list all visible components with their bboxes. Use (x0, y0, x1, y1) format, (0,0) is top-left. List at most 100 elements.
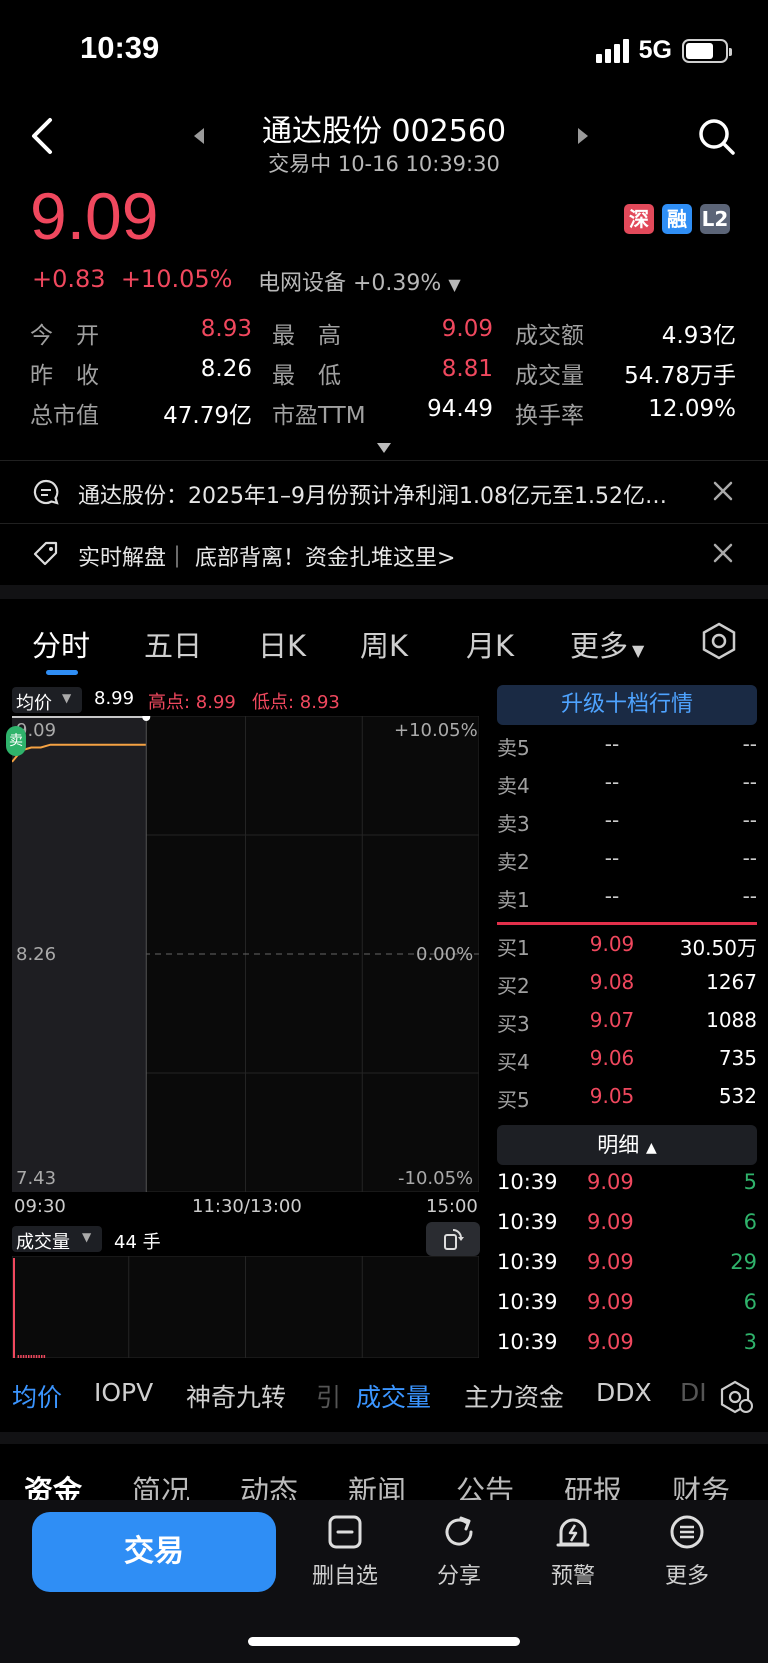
bid-row[interactable]: 买3 9.07 1088 (497, 1008, 757, 1046)
tick-time: 10:39 (497, 1290, 558, 1314)
news-text: 通达股份：2025年1–9月份预计净利润1.08亿元至1.52亿… (78, 484, 667, 509)
bid-row[interactable]: 买4 9.06 735 (497, 1046, 757, 1084)
remove-watchlist-label: 删自选 (311, 1564, 378, 1589)
tick-volume: 29 (730, 1250, 757, 1274)
search-icon[interactable] (696, 116, 736, 156)
bid-level: 买4 (497, 1050, 530, 1074)
spread-divider (497, 922, 757, 925)
tab-1[interactable]: 五日 (144, 623, 202, 665)
more-button[interactable]: 更多 (642, 1512, 732, 1590)
network-label: 5G (638, 36, 672, 64)
chart-tabs: 分时 五日 日K 周K 月K 更多 ▼ (0, 615, 768, 671)
x-label-mid: 11:30/13:00 (192, 1196, 302, 1217)
tick-volume: 6 (743, 1210, 757, 1234)
home-indicator[interactable] (248, 1637, 520, 1646)
ask-price: -- (604, 732, 620, 756)
indicator-7[interactable]: DI (680, 1378, 707, 1407)
chevron-down-icon: ▼ (62, 691, 72, 705)
bid-row[interactable]: 买2 9.08 1267 (497, 970, 757, 1008)
section-tab-0[interactable]: 资金 (24, 1468, 82, 1500)
trading-status: 交易中 10-16 10:39:30 (268, 152, 500, 176)
tick-price: 9.09 (587, 1290, 634, 1314)
ask-price: -- (604, 846, 620, 870)
alert-button[interactable]: 预警 (528, 1512, 618, 1590)
news-banner[interactable]: 通达股份：2025年1–9月份预计净利润1.08亿元至1.52亿… (0, 462, 768, 522)
indicator-6[interactable]: DDX (596, 1378, 652, 1407)
section-tab-3[interactable]: 新闻 (348, 1468, 406, 1500)
indicator-4[interactable]: 成交量 (356, 1378, 431, 1414)
expand-quotes-icon[interactable] (377, 443, 391, 453)
pct-mid-label: 0.00% (416, 944, 474, 965)
section-tab-5[interactable]: 研报 (564, 1468, 622, 1500)
volume-value: 44 手 (114, 1232, 161, 1253)
tab-2[interactable]: 日K (258, 623, 306, 665)
sector-link[interactable]: 电网设备 +0.39% ▼ (258, 265, 461, 297)
ask-volume: -- (742, 846, 757, 870)
ask-row[interactable]: 卖2 -- -- (497, 846, 757, 884)
chart-settings-icon[interactable] (700, 622, 738, 660)
avg-selector[interactable]: 均价 ▼ (12, 687, 82, 714)
menu-icon (670, 1515, 704, 1549)
close-icon[interactable] (712, 542, 734, 564)
status-time: 10:39 (80, 30, 160, 65)
volume-chart[interactable] (12, 1256, 479, 1358)
bid-row[interactable]: 买5 9.05 532 (497, 1084, 757, 1122)
volume-bar (38, 1355, 40, 1358)
ask-row[interactable]: 卖1 -- -- (497, 884, 757, 922)
rotate-chart-button[interactable] (426, 1222, 480, 1256)
remove-watchlist-button[interactable]: 删自选 (300, 1512, 390, 1590)
tab-4[interactable]: 月K (466, 623, 514, 665)
quote-key: 昨 收 (30, 363, 99, 389)
quote-key: 最 高 (272, 323, 341, 349)
share-icon (445, 1516, 473, 1546)
tab-3[interactable]: 周K (360, 623, 408, 665)
ask-volume: -- (742, 884, 757, 908)
indicator-5[interactable]: 主力资金 (464, 1378, 564, 1414)
ask-row[interactable]: 卖4 -- -- (497, 770, 757, 808)
tab-0[interactable]: 分时 (32, 623, 90, 665)
close-icon[interactable] (712, 480, 734, 502)
quote-row: 今 开 8.93 最 高 9.09 成交额 4.93亿 (0, 316, 768, 356)
tab-5[interactable]: 更多 ▼ (570, 623, 644, 665)
quote-key: 市盈TTM (272, 403, 366, 429)
indicator-1[interactable]: IOPV (94, 1378, 153, 1407)
pct-top-label: +10.05% (394, 720, 478, 741)
intraday-chart[interactable] (12, 716, 479, 1192)
tab-label: 日K (258, 629, 307, 663)
ask-price: -- (604, 770, 620, 794)
ask-row[interactable]: 卖3 -- -- (497, 808, 757, 846)
section-gap (0, 585, 768, 599)
section-tab-4[interactable]: 公告 (456, 1468, 514, 1500)
section-tab-2[interactable]: 动态 (240, 1468, 298, 1500)
indicator-0[interactable]: 均价 (12, 1378, 62, 1414)
trade-button[interactable]: 交易 (32, 1512, 276, 1592)
indicator-settings-icon[interactable] (720, 1380, 754, 1414)
market-badge: 深 (624, 204, 654, 234)
section-tab-6[interactable]: 财务 (672, 1468, 730, 1500)
share-label: 分享 (436, 1564, 481, 1589)
indicator-2[interactable]: 神奇九转 (186, 1378, 286, 1414)
sell-marker[interactable]: 卖 (6, 726, 26, 756)
battery-icon (682, 38, 732, 63)
ask-price: -- (604, 884, 620, 908)
section-tab-1[interactable]: 简况 (132, 1468, 190, 1500)
promo-banner[interactable]: 实时解盘｜ 底部背离！资金扎堆这里> (0, 524, 768, 584)
indicator-3[interactable]: 引 (316, 1378, 341, 1414)
tick-price: 9.09 (587, 1250, 634, 1274)
y-mid-label: 8.26 (16, 944, 57, 965)
volume-bar (41, 1355, 43, 1358)
volume-bar (43, 1355, 46, 1358)
upgrade-l2-button[interactable]: 升级十档行情 (497, 685, 757, 725)
rotate-icon (444, 1229, 464, 1250)
tick-volume: 3 (743, 1330, 757, 1354)
detail-toggle[interactable]: 明细 ▲ (497, 1125, 757, 1165)
ask-level: 卖2 (497, 850, 530, 874)
share-button[interactable]: 分享 (414, 1512, 504, 1590)
ask-row[interactable]: 卖5 -- -- (497, 732, 757, 770)
y-bottom-label: 7.43 (16, 1168, 57, 1189)
volume-selector[interactable]: 成交量 ▼ (12, 1226, 102, 1253)
minus-square-icon (328, 1515, 362, 1549)
market-badge: L2 (700, 204, 730, 234)
tag-icon (33, 541, 58, 566)
bid-row[interactable]: 买1 9.09 30.50万 (497, 932, 757, 970)
